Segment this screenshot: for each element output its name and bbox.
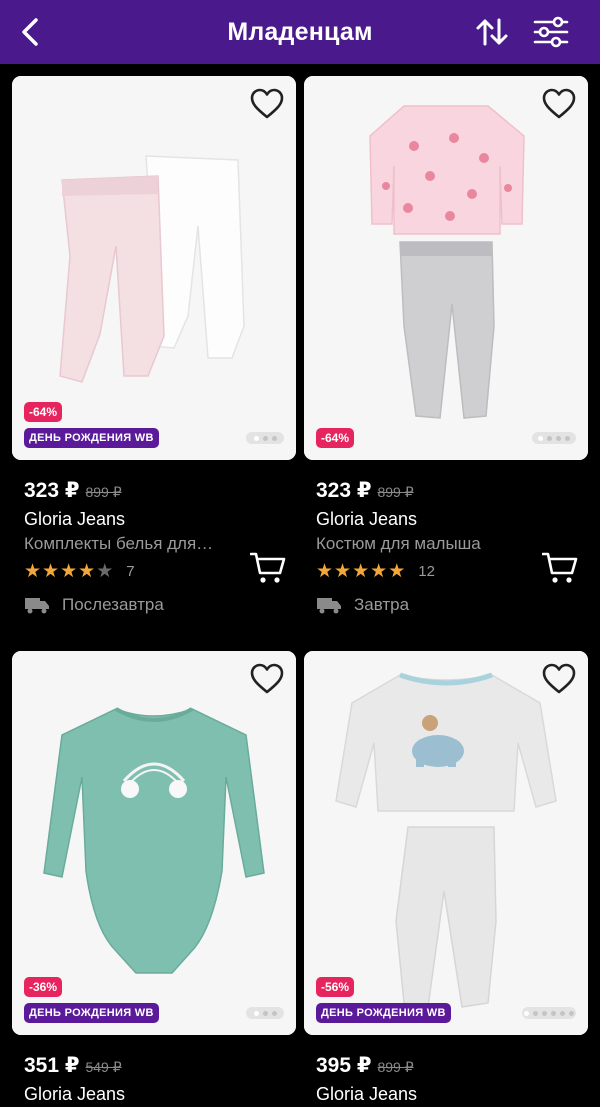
filter-icon[interactable] (532, 14, 570, 50)
price: 351 ₽ (24, 1054, 80, 1077)
truck-icon (25, 598, 49, 614)
page-title: Младенцам (227, 17, 373, 46)
discount-badge: -64% (316, 428, 355, 448)
brand: Gloria Jeans (24, 1084, 126, 1104)
cart-icon[interactable] (250, 551, 286, 585)
rating-count: 12 (418, 563, 435, 580)
rating-count: 7 (126, 563, 135, 580)
price: 323 ₽ (316, 479, 372, 502)
image-pager (246, 1007, 284, 1019)
star-icon: ★ (42, 561, 60, 582)
back-arrow-icon[interactable] (14, 14, 50, 50)
truck-icon (317, 598, 341, 614)
star-icon: ★ (78, 561, 96, 582)
birthday-badge: ДЕНЬ РОЖДЕНИЯ WB (24, 1003, 159, 1023)
product-name[interactable]: Костюм для малыша (316, 534, 532, 554)
top-bar: Младенцам (0, 0, 600, 64)
baby-suit-image (304, 76, 588, 460)
price: 395 ₽ (316, 1054, 372, 1077)
star-icon: ★ (334, 561, 352, 582)
old-price: 549 ₽ (85, 1059, 122, 1075)
brand: Gloria Jeans (316, 1084, 418, 1104)
heart-icon[interactable] (542, 663, 576, 695)
product-image[interactable]: -36% ДЕНЬ РОЖДЕНИЯ WB (12, 651, 296, 1035)
heart-icon[interactable] (250, 663, 284, 695)
cart-icon[interactable] (542, 551, 578, 585)
product-image[interactable]: -56% ДЕНЬ РОЖДЕНИЯ WB (304, 651, 588, 1035)
sort-icon[interactable] (474, 14, 510, 50)
star-icon: ★ (352, 561, 370, 582)
old-price: 899 ₽ (377, 1059, 414, 1075)
old-price: 899 ₽ (85, 484, 122, 500)
product-card[interactable]: -36% ДЕНЬ РОЖДЕНИЯ WB 351 ₽ 549 ₽ Gloria… (12, 651, 296, 1105)
brand: Gloria Jeans (316, 509, 418, 529)
image-pager (246, 432, 284, 444)
birthday-badge: ДЕНЬ РОЖДЕНИЯ WB (316, 1003, 451, 1023)
heart-icon[interactable] (250, 88, 284, 120)
product-image[interactable]: -64% (304, 76, 588, 460)
star-icon: ★ (316, 561, 334, 582)
discount-badge: -64% (24, 402, 63, 422)
product-card[interactable]: -64% 323 ₽ 899 ₽ Gloria Jeans Костюм для… (304, 76, 588, 615)
old-price: 899 ₽ (377, 484, 414, 500)
discount-badge: -36% (24, 977, 63, 997)
star-icon: ★ (388, 561, 406, 582)
star-icon: ★ (370, 561, 388, 582)
image-pager (532, 432, 576, 444)
star-icon: ★ (96, 561, 114, 582)
product-name[interactable]: Комплекты белья для… (24, 534, 240, 554)
brand: Gloria Jeans (24, 509, 126, 529)
delivery-text: Завтра (354, 595, 410, 614)
delivery-text: Послезавтра (62, 595, 164, 614)
price: 323 ₽ (24, 479, 80, 502)
birthday-badge: ДЕНЬ РОЖДЕНИЯ WB (24, 428, 159, 448)
heart-icon[interactable] (542, 88, 576, 120)
delivery-info: Послезавтра (24, 595, 296, 615)
star-icon: ★ (24, 561, 42, 582)
image-pager (522, 1007, 576, 1019)
delivery-info: Завтра (316, 595, 588, 615)
product-image[interactable]: -64% ДЕНЬ РОЖДЕНИЯ WB (12, 76, 296, 460)
product-card[interactable]: -64% ДЕНЬ РОЖДЕНИЯ WB 323 ₽ 899 ₽ Gloria… (12, 76, 296, 615)
discount-badge: -56% (316, 977, 355, 997)
star-icon: ★ (60, 561, 78, 582)
product-card[interactable]: -56% ДЕНЬ РОЖДЕНИЯ WB 395 ₽ 899 ₽ Gloria… (304, 651, 588, 1105)
